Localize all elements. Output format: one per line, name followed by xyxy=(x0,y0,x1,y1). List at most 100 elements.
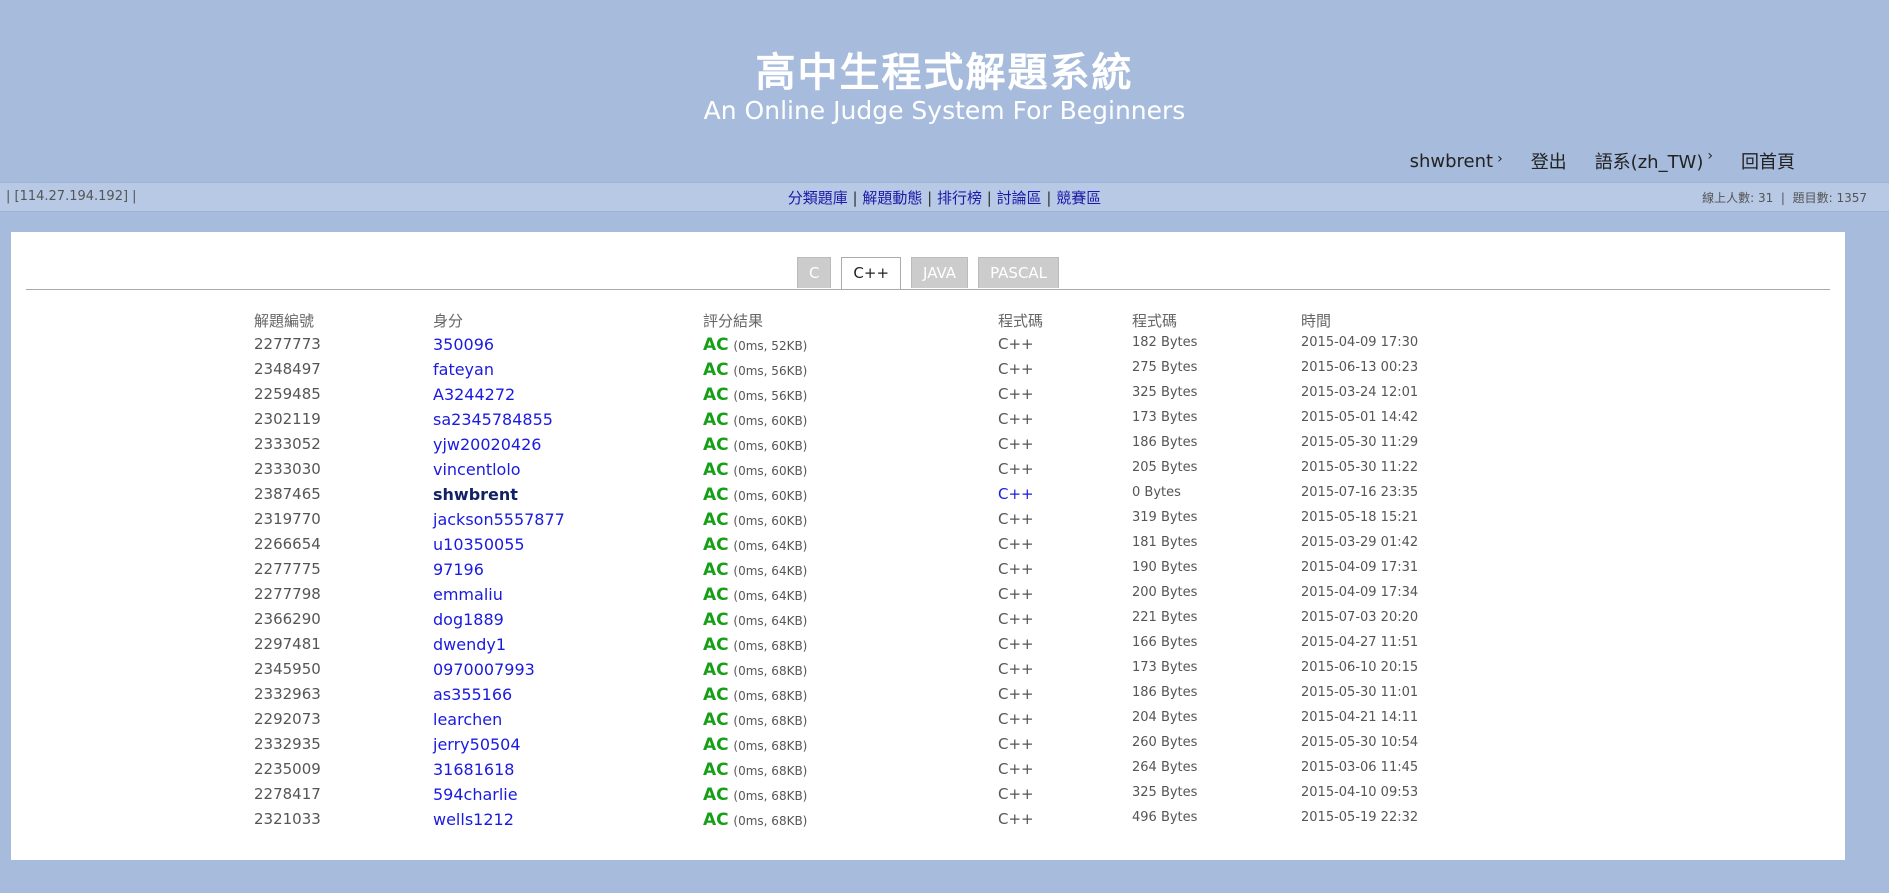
user-link[interactable]: 0970007993 xyxy=(433,660,535,679)
result-cell: AC (0ms, 68KB) xyxy=(703,710,807,730)
header-result: 評分結果 xyxy=(703,312,764,330)
submission-time: 2015-06-10 20:15 xyxy=(1301,660,1419,675)
result-status: AC xyxy=(703,610,729,630)
tab-pascal[interactable]: PASCAL xyxy=(978,257,1060,288)
user-link[interactable]: 350096 xyxy=(433,335,494,354)
submission-time: 2015-05-19 22:32 xyxy=(1301,810,1419,825)
tab-c[interactable]: C xyxy=(796,257,832,288)
code-size: 325 Bytes xyxy=(1132,385,1198,400)
code-language-link[interactable]: C++ xyxy=(998,435,1034,453)
nav-forum[interactable]: 討論區 xyxy=(997,189,1042,207)
result-detail: (0ms, 60KB) xyxy=(733,439,808,453)
nav-ranking[interactable]: 排行榜 xyxy=(937,189,982,207)
submission-time: 2015-03-29 01:42 xyxy=(1301,535,1419,550)
tab-cpp[interactable]: C++ xyxy=(841,257,902,290)
code-language-link[interactable]: C++ xyxy=(998,535,1034,553)
code-language-link[interactable]: C++ xyxy=(998,685,1034,703)
code-size: 173 Bytes xyxy=(1132,410,1198,425)
code-size: 186 Bytes xyxy=(1132,685,1198,700)
code-language-link[interactable]: C++ xyxy=(998,360,1034,378)
result-detail: (0ms, 68KB) xyxy=(733,814,808,828)
code-size: 264 Bytes xyxy=(1132,760,1198,775)
language-menu[interactable]: 語系(zh_TW) › xyxy=(1595,148,1713,174)
submission-id: 2259485 xyxy=(254,385,321,403)
user-link[interactable]: u10350055 xyxy=(433,535,525,554)
result-cell: AC (0ms, 60KB) xyxy=(703,460,807,480)
result-status: AC xyxy=(703,710,729,730)
code-size: 166 Bytes xyxy=(1132,635,1198,650)
user-link[interactable]: shwbrent xyxy=(433,485,518,504)
result-status: AC xyxy=(703,410,729,430)
code-language-link[interactable]: C++ xyxy=(998,410,1034,428)
submission-time: 2015-07-16 23:35 xyxy=(1301,485,1419,500)
result-cell: AC (0ms, 64KB) xyxy=(703,610,807,630)
code-language-link[interactable]: C++ xyxy=(998,735,1034,753)
user-link[interactable]: fateyan xyxy=(433,360,494,379)
submission-id: 2387465 xyxy=(254,485,321,503)
user-link[interactable]: dog1889 xyxy=(433,610,504,629)
user-link[interactable]: 97196 xyxy=(433,560,484,579)
user-link[interactable]: A3244272 xyxy=(433,385,515,404)
result-detail: (0ms, 64KB) xyxy=(733,614,808,628)
user-link[interactable]: as355166 xyxy=(433,685,512,704)
user-link[interactable]: wells1212 xyxy=(433,810,514,829)
user-link[interactable]: sa2345784855 xyxy=(433,410,553,429)
user-menu[interactable]: shwbrent › xyxy=(1410,151,1503,172)
result-detail: (0ms, 60KB) xyxy=(733,464,808,478)
result-detail: (0ms, 68KB) xyxy=(733,689,808,703)
result-cell: AC (0ms, 68KB) xyxy=(703,660,807,680)
result-cell: AC (0ms, 60KB) xyxy=(703,435,807,455)
submission-id: 2319770 xyxy=(254,510,321,528)
code-language-link[interactable]: C++ xyxy=(998,660,1034,678)
result-cell: AC (0ms, 64KB) xyxy=(703,585,807,605)
code-language-link[interactable]: C++ xyxy=(998,760,1034,778)
code-language-link[interactable]: C++ xyxy=(998,710,1034,728)
code-language-link[interactable]: C++ xyxy=(998,385,1034,403)
code-size: 181 Bytes xyxy=(1132,535,1198,550)
submission-time: 2015-05-18 15:21 xyxy=(1301,510,1419,525)
user-link[interactable]: dwendy1 xyxy=(433,635,506,654)
logout-link[interactable]: 登出 xyxy=(1531,148,1567,174)
submission-id: 2332963 xyxy=(254,685,321,703)
user-link[interactable]: emmaliu xyxy=(433,585,503,604)
submission-id: 2266654 xyxy=(254,535,321,553)
code-size: 186 Bytes xyxy=(1132,435,1198,450)
nav-problems[interactable]: 分類題庫 xyxy=(788,189,848,207)
site-subtitle: An Online Judge System For Beginners xyxy=(703,96,1186,125)
code-size: 221 Bytes xyxy=(1132,610,1198,625)
home-link[interactable]: 回首頁 xyxy=(1741,148,1795,174)
user-link[interactable]: 31681618 xyxy=(433,760,514,779)
caret-right-icon: › xyxy=(1707,148,1713,164)
result-detail: (0ms, 64KB) xyxy=(733,539,808,553)
code-language-link[interactable]: C++ xyxy=(998,785,1034,803)
code-language-link[interactable]: C++ xyxy=(998,485,1034,503)
user-link[interactable]: vincentlolo xyxy=(433,460,521,479)
code-language-link[interactable]: C++ xyxy=(998,335,1034,353)
user-link[interactable]: 594charlie xyxy=(433,785,518,804)
nav-status[interactable]: 解題動態 xyxy=(862,189,922,207)
user-link[interactable]: learchen xyxy=(433,710,502,729)
submission-time: 2015-05-30 10:54 xyxy=(1301,735,1419,750)
result-status: AC xyxy=(703,535,729,555)
code-language-link[interactable]: C++ xyxy=(998,635,1034,653)
nav-contest[interactable]: 競賽區 xyxy=(1056,189,1101,207)
tab-java[interactable]: JAVA xyxy=(911,257,969,288)
user-link[interactable]: jackson5557877 xyxy=(433,510,565,529)
status-bar: | [114.27.194.192] | 分類題庫 | 解題動態 | 排行榜 |… xyxy=(0,182,1889,212)
result-detail: (0ms, 60KB) xyxy=(733,514,808,528)
code-size: 325 Bytes xyxy=(1132,785,1198,800)
user-link[interactable]: yjw20020426 xyxy=(433,435,541,454)
code-language-link[interactable]: C++ xyxy=(998,460,1034,478)
result-cell: AC (0ms, 56KB) xyxy=(703,385,807,405)
code-language-link[interactable]: C++ xyxy=(998,610,1034,628)
user-link[interactable]: jerry50504 xyxy=(433,735,521,754)
code-language-link[interactable]: C++ xyxy=(998,585,1034,603)
code-language-link[interactable]: C++ xyxy=(998,560,1034,578)
submission-id: 2332935 xyxy=(254,735,321,753)
code-language-link[interactable]: C++ xyxy=(998,510,1034,528)
code-language-link[interactable]: C++ xyxy=(998,810,1034,828)
submission-time: 2015-06-13 00:23 xyxy=(1301,360,1419,375)
result-status: AC xyxy=(703,735,729,755)
username-label: shwbrent xyxy=(1409,150,1494,172)
result-detail: (0ms, 68KB) xyxy=(733,664,808,678)
